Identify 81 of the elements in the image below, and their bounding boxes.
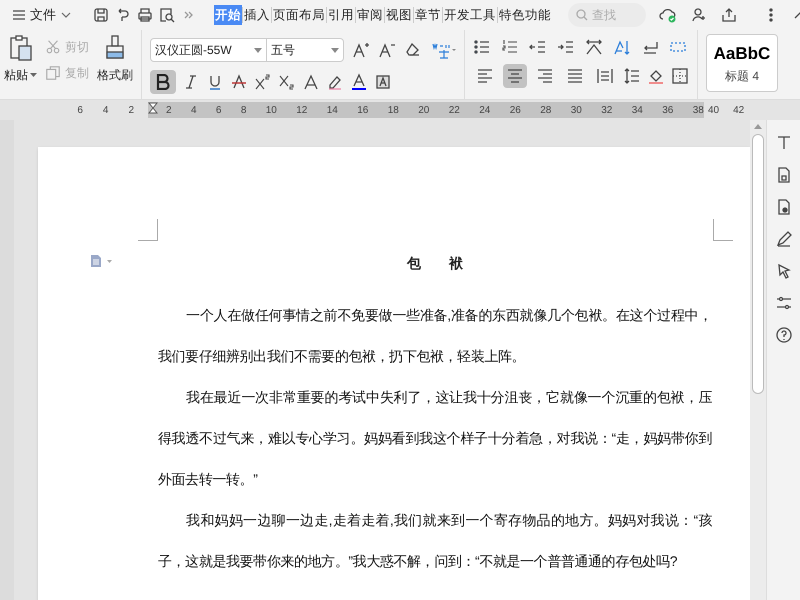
add-user-icon[interactable] (690, 6, 708, 24)
ruler-number: 2 (128, 104, 134, 118)
print-preview-icon[interactable] (158, 6, 176, 24)
strikethrough-icon[interactable] (230, 73, 248, 91)
align-icon (506, 67, 524, 85)
ruler-number: 20 (418, 104, 430, 118)
ruler-number: 14 (326, 104, 338, 118)
align-icon (566, 67, 584, 85)
menu-icon (12, 9, 26, 21)
ruler-number: 38 (692, 104, 704, 118)
bullet-list-icon[interactable] (473, 38, 491, 56)
save-icon[interactable] (92, 6, 110, 24)
ruler-number: 16 (357, 104, 368, 118)
ruler-number: 22 (448, 104, 460, 118)
ruler-number: 42 (733, 104, 744, 118)
increase-font-icon[interactable] (352, 41, 370, 59)
ribbon-tab[interactable]: 章节 (414, 5, 442, 25)
share-icon[interactable] (720, 6, 738, 24)
search-field[interactable]: 查找 (568, 3, 646, 27)
format-painter-button[interactable]: 格式刷 (97, 34, 133, 84)
ruler-number: 12 (296, 104, 308, 118)
bold-button[interactable] (150, 70, 176, 94)
ruler-number: 34 (632, 104, 643, 118)
text-direction-icon[interactable] (585, 38, 603, 56)
ribbon-tab[interactable]: 特色功能 (498, 5, 552, 25)
scissors-icon (45, 39, 61, 55)
align-icon (596, 67, 614, 85)
cloud-sync-icon[interactable] (658, 6, 678, 24)
body-paragraph: 我在最近一次非常重要的考试中失利了，这让我十分沮丧，它就像一个沉重的包袱，压得我透不过气来，难以专心学习。妈妈看到我这个样子十分着急，对我说：“走，妈妈带你到外面去转一转。” (158, 388, 712, 489)
bold-icon (156, 74, 170, 90)
scrollbar-thumb[interactable] (752, 134, 764, 394)
help-icon[interactable] (774, 326, 792, 344)
align-center-button[interactable] (503, 64, 527, 88)
body-paragraph: 一个人在做任何事情之前不免要做一些准备,准备的东西就像几个包袱。在这个过程中，我们要仔细辨别出我们不需要的包袱，扔下包袱，轻装上阵。 (158, 306, 712, 366)
ruler-number: 32 (601, 104, 612, 118)
ruler-number: 6 (77, 104, 83, 118)
ruler-number: 2 (166, 104, 172, 118)
print-icon[interactable] (136, 6, 154, 24)
ribbon-tab[interactable]: 引用 (327, 5, 355, 25)
ruler-number: 6 (216, 104, 222, 118)
ruler-number: 8 (240, 104, 246, 118)
clipboard-icon (8, 34, 34, 62)
sort-icon[interactable] (613, 38, 631, 56)
copy-icon (45, 65, 61, 81)
font-color-icon[interactable] (350, 73, 368, 91)
ruler-number: 4 (102, 104, 108, 118)
heading-style-preview[interactable]: AaBbC 标题 4 (706, 34, 778, 92)
ruler-number: 40 (708, 104, 720, 118)
superscript-icon[interactable] (254, 73, 272, 91)
ruler-number: 4 (190, 104, 196, 118)
search-icon (575, 8, 589, 22)
decrease-font-icon[interactable] (378, 41, 396, 59)
pen-icon[interactable] (774, 230, 792, 248)
chevron-down-icon (60, 11, 72, 19)
ribbon-tab[interactable]: 插入 (243, 5, 271, 25)
ruler-number: 10 (266, 104, 277, 118)
ruler-number: 18 (388, 104, 399, 118)
ruler-number: 36 (662, 104, 674, 118)
character-shading-icon[interactable] (374, 73, 392, 91)
file-menu[interactable]: 文件 (8, 3, 76, 27)
borders-icon[interactable] (671, 67, 689, 85)
text-effect-icon[interactable] (302, 73, 320, 91)
sliders-icon[interactable] (774, 294, 792, 312)
ribbon-tab[interactable]: 页面布局 (272, 5, 326, 25)
paste-button[interactable]: 粘贴 (4, 34, 37, 84)
ruler-number: 26 (510, 104, 521, 118)
document-title: 包 袱 (406, 254, 464, 273)
caret-icon (30, 73, 37, 77)
margin-corner-mark (713, 219, 733, 241)
ruler-number: 30 (570, 104, 582, 118)
body-paragraph: 我和妈妈一边聊一边走,走着走着,我们就来到一个寄存物品的地方。妈妈对我说：“孩子，这就是我要带你来的地方。”我大惑不解，问到：“不就是一个普普通通的存包处吗? (158, 511, 712, 571)
ruler-number: 28 (540, 104, 552, 118)
align-icon (476, 67, 494, 85)
ribbon-tab[interactable]: 视图 (385, 5, 413, 25)
line-spacing-icon[interactable] (623, 67, 641, 85)
ribbon-tab[interactable]: 审阅 (356, 5, 384, 25)
align-icon (536, 67, 554, 85)
subscript-icon[interactable] (278, 73, 296, 91)
ruler-number: 24 (479, 104, 490, 118)
ribbon-tab[interactable]: 开发工具 (443, 5, 497, 25)
margin-corner-mark (138, 219, 158, 241)
